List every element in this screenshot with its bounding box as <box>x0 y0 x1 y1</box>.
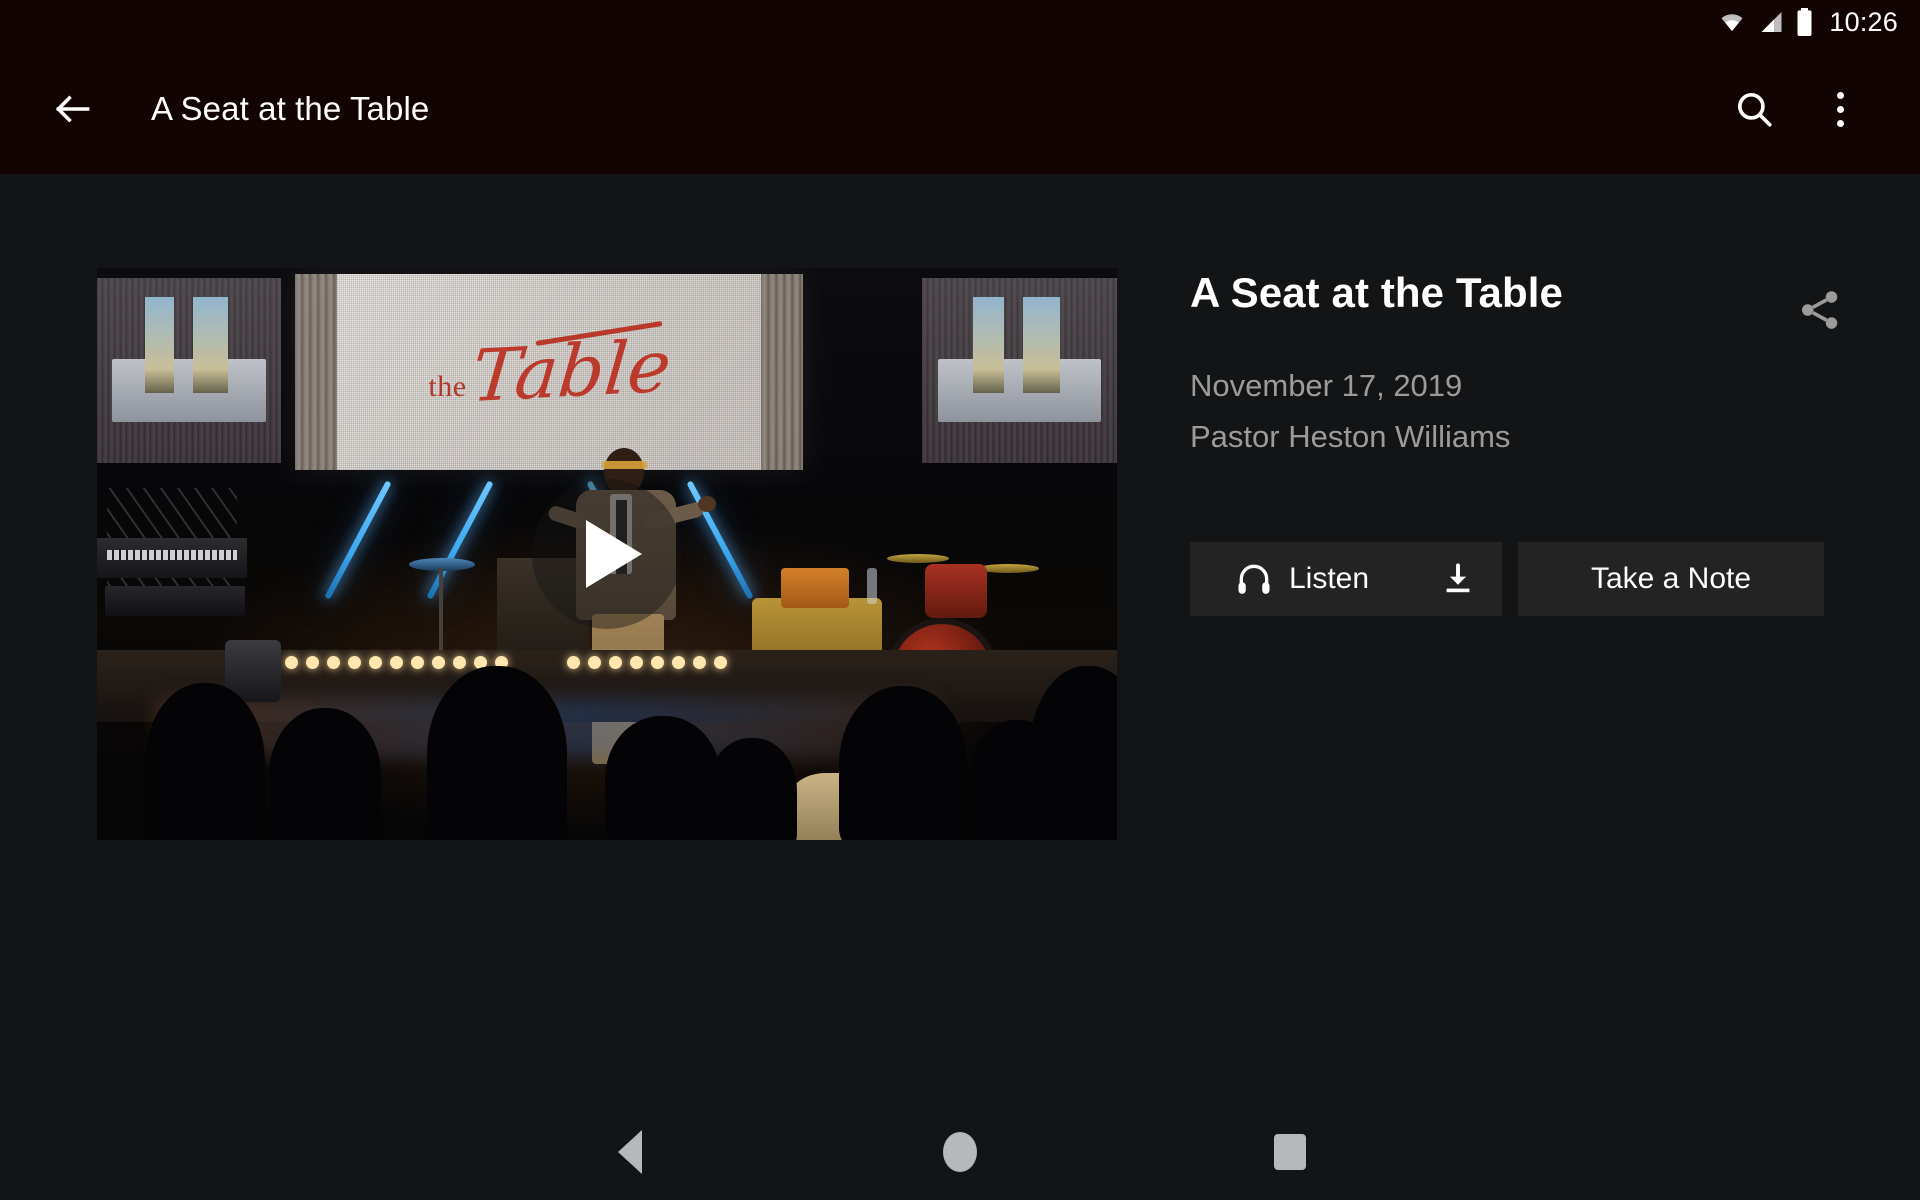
listen-button[interactable]: Listen <box>1190 542 1502 616</box>
audience-member <box>145 683 265 840</box>
content-area: the Table A Seat at the Table November 1… <box>0 174 1920 1104</box>
stage-logo-table: Table <box>468 323 674 418</box>
side-screen-right <box>922 278 1117 463</box>
audience-member <box>427 666 567 840</box>
sermon-title: A Seat at the Table <box>1190 269 1563 316</box>
wifi-icon <box>1721 14 1743 31</box>
audience-member <box>839 686 967 840</box>
side-screen-left <box>97 278 281 463</box>
neon-beam <box>426 480 494 600</box>
nav-back-button[interactable] <box>465 1104 795 1200</box>
nav-home-icon <box>943 1132 977 1172</box>
app-bar-actions <box>1722 77 1920 141</box>
status-bar-clock: 10:26 <box>1829 6 1898 37</box>
water-bottle <box>867 568 877 604</box>
nav-back-icon <box>618 1130 642 1174</box>
headphones-icon <box>1238 564 1270 594</box>
nav-home-button[interactable] <box>795 1104 1125 1200</box>
app-bar: A Seat at the Table <box>0 44 1920 174</box>
audience-member <box>269 708 381 840</box>
keyboard-rig <box>97 538 247 578</box>
search-icon <box>1737 92 1772 127</box>
play-button[interactable] <box>532 479 682 629</box>
back-button[interactable] <box>38 74 108 144</box>
tom-drum <box>925 564 987 618</box>
details-title-row: A Seat at the Table <box>1190 269 1870 342</box>
stage-led-row <box>567 656 727 670</box>
sermon-date: November 17, 2019 <box>1190 368 1463 403</box>
share-button[interactable] <box>1788 278 1852 342</box>
back-arrow-icon <box>55 95 90 123</box>
android-navigation-bar <box>0 1104 1920 1200</box>
nav-recents-icon <box>1274 1134 1306 1170</box>
battery-icon <box>1797 8 1812 36</box>
nav-recents-button[interactable] <box>1125 1104 1455 1200</box>
overflow-menu-button[interactable] <box>1808 77 1872 141</box>
main-stage-screen: the Table <box>295 274 803 470</box>
play-icon <box>586 520 642 588</box>
neon-beam <box>324 480 392 600</box>
cellular-signal-icon <box>1761 12 1782 32</box>
wooden-box <box>781 568 849 608</box>
video-thumbnail[interactable]: the Table <box>97 268 1117 840</box>
keyboard-rig-lower <box>105 586 245 616</box>
audience-member <box>707 738 797 840</box>
sermon-details-panel: A Seat at the Table November 17, 2019 Pa… <box>1190 269 1870 616</box>
take-a-note-button[interactable]: Take a Note <box>1518 542 1824 616</box>
download-icon <box>1446 563 1470 593</box>
stage-logo-the: the <box>428 369 467 403</box>
app-bar-title: A Seat at the Table <box>151 90 430 127</box>
cymbal <box>887 554 949 563</box>
status-bar-icons <box>1717 8 1813 36</box>
listen-button-label: Listen <box>1288 562 1370 595</box>
stage-led-row <box>285 656 508 670</box>
stage-logo: the Table <box>428 320 674 418</box>
overflow-menu-icon <box>1836 91 1844 127</box>
listen-button-main[interactable]: Listen <box>1190 542 1414 616</box>
status-bar: 10:26 <box>0 0 1920 44</box>
download-button[interactable] <box>1414 542 1502 616</box>
action-buttons-row: Listen Take a Note <box>1190 542 1870 616</box>
audience-member <box>605 716 721 840</box>
share-icon <box>1801 291 1838 329</box>
search-button[interactable] <box>1722 77 1786 141</box>
sermon-speaker: Pastor Heston Williams <box>1190 419 1511 454</box>
